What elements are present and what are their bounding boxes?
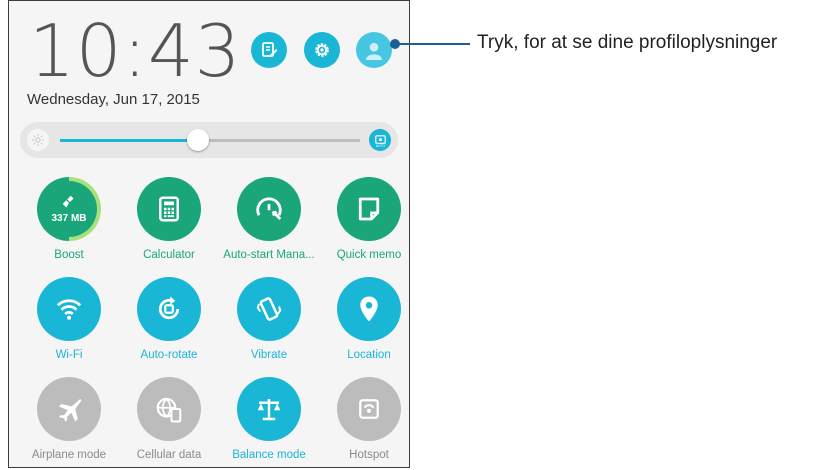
auto-rotate-icon [137, 277, 201, 341]
tile-airplane-mode[interactable]: Airplane mode [19, 377, 119, 461]
wifi-icon [37, 277, 101, 341]
hotspot-icon [337, 377, 401, 441]
tile-vibrate[interactable]: Vibrate [219, 277, 319, 361]
auto-brightness-icon[interactable]: AUTO [369, 129, 391, 151]
brightness-bar: AUTO [20, 122, 398, 158]
tile-label: Auto-start Mana... [223, 249, 315, 261]
balance-scale-icon [237, 377, 301, 441]
clock-time: 10:43 [29, 9, 242, 93]
tile-label: Location [347, 349, 391, 361]
cellular-globe-icon [137, 377, 201, 441]
vibrate-icon [237, 277, 301, 341]
tile-hotspot[interactable]: Hotspot [319, 377, 409, 461]
clock-date: Wednesday, Jun 17, 2015 [27, 91, 200, 108]
tile-calculator[interactable]: Calculator [119, 177, 219, 261]
callout-text: Tryk, for at se dine profiloplysninger [477, 32, 778, 53]
tile-label: Boost [54, 249, 84, 261]
edit-icon[interactable] [251, 32, 287, 68]
callout-line [395, 43, 470, 45]
memo-icon [337, 177, 401, 241]
boost-ring: 337 MB [37, 177, 101, 241]
tile-auto-start-manager[interactable]: Auto-start Mana... [219, 177, 319, 261]
tile-label: Calculator [143, 249, 195, 261]
tile-label: Airplane mode [31, 449, 107, 461]
tile-auto-rotate[interactable]: Auto-rotate [119, 277, 219, 361]
location-pin-icon [337, 277, 401, 341]
tile-label: Balance mode [232, 449, 306, 461]
tile-label: Hotspot [349, 449, 389, 461]
tile-label: Vibrate [250, 349, 288, 361]
tile-location[interactable]: Location [319, 277, 409, 361]
brightness-slider[interactable] [60, 129, 360, 151]
tile-balance-mode[interactable]: Balance mode [219, 377, 319, 461]
settings-gear-icon[interactable] [304, 32, 340, 68]
profile-avatar-icon[interactable] [356, 32, 392, 68]
tile-label: Wi-Fi [55, 349, 83, 361]
quick-settings-panel: 10:43 Wednesday, Jun 17, 2015 AUTO 337 M… [8, 0, 410, 468]
svg-text:AUTO: AUTO [375, 143, 385, 147]
tile-label: Auto-rotate [140, 349, 198, 361]
tile-boost[interactable]: 337 MB Boost [19, 177, 119, 261]
boost-memory-value: 337 MB [51, 213, 87, 224]
broom-icon [62, 195, 74, 208]
tile-label: Quick memo [336, 249, 402, 261]
brightness-low-icon [27, 129, 49, 151]
airplane-icon [37, 377, 101, 441]
brightness-slider-thumb[interactable] [187, 129, 209, 151]
calculator-icon [137, 177, 201, 241]
tile-cellular-data[interactable]: Cellular data [119, 377, 219, 461]
tile-quick-memo[interactable]: Quick memo [319, 177, 409, 261]
tile-wifi[interactable]: Wi-Fi [19, 277, 119, 361]
tile-label: Cellular data [136, 449, 202, 461]
gauge-wrench-icon [237, 177, 301, 241]
